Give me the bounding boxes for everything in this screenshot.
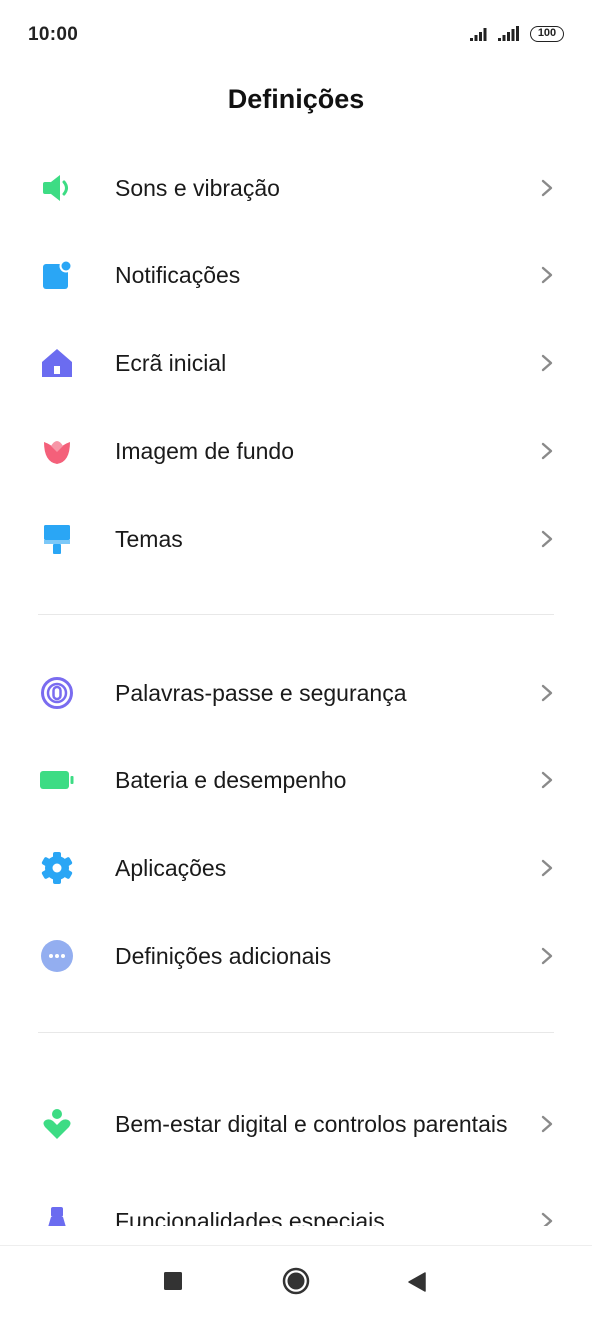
special-features-icon xyxy=(48,1207,66,1226)
paint-brush-icon xyxy=(44,525,70,554)
settings-item-label: Sons e vibração xyxy=(115,175,280,201)
settings-item-label: Aplicações xyxy=(115,855,227,881)
chevron-right-icon xyxy=(541,266,553,284)
chevron-right-icon xyxy=(541,179,553,197)
chevron-right-icon xyxy=(541,947,553,965)
home-icon xyxy=(42,349,72,377)
more-icon xyxy=(41,940,73,972)
settings-item-label: Temas xyxy=(115,526,183,552)
settings-item-digital-wellbeing[interactable]: Bem-estar digital e controlos parentais xyxy=(0,1080,592,1168)
settings-item-label: Bateria e desempenho xyxy=(115,767,347,793)
wellbeing-icon xyxy=(43,1109,71,1139)
settings-item-label: Ecrã inicial xyxy=(115,350,227,376)
navigation-bar xyxy=(0,1245,592,1317)
chevron-right-icon xyxy=(541,530,553,548)
chevron-right-icon xyxy=(541,859,553,877)
settings-item-label: Funcionalidades especiais xyxy=(115,1208,385,1226)
chevron-right-icon xyxy=(541,1212,553,1226)
home-button-icon[interactable] xyxy=(282,1267,310,1295)
section-divider xyxy=(38,1032,554,1033)
battery-icon xyxy=(40,771,74,789)
back-icon[interactable] xyxy=(406,1271,428,1293)
recents-icon[interactable] xyxy=(163,1271,183,1291)
settings-item-notifications[interactable]: Notificações xyxy=(0,231,592,319)
settings-item-wallpaper[interactable]: Imagem de fundo xyxy=(0,407,592,495)
chevron-right-icon xyxy=(541,354,553,372)
settings-list: Sons e vibração Notificações Ecrã inicia… xyxy=(0,0,592,1226)
notification-icon xyxy=(43,259,73,289)
settings-item-additional-settings[interactable]: Definições adicionais xyxy=(0,912,592,1000)
settings-item-home-screen[interactable]: Ecrã inicial xyxy=(0,319,592,407)
settings-item-battery-performance[interactable]: Bateria e desempenho xyxy=(0,736,592,824)
chevron-right-icon xyxy=(541,684,553,702)
tulip-icon xyxy=(44,441,70,464)
settings-item-label: Bem-estar digital e controlos parentais xyxy=(115,1111,508,1137)
settings-item-special-features[interactable]: Funcionalidades especiais xyxy=(0,1177,592,1226)
settings-item-label: Notificações xyxy=(115,262,241,288)
gear-icon xyxy=(41,852,73,884)
settings-item-passwords-security[interactable]: Palavras-passe e segurança xyxy=(0,649,592,737)
settings-item-label: Palavras-passe e segurança xyxy=(115,680,407,706)
section-divider xyxy=(38,614,554,615)
chevron-right-icon xyxy=(541,1115,553,1133)
settings-item-apps[interactable]: Aplicações xyxy=(0,824,592,912)
settings-item-label: Definições adicionais xyxy=(115,943,332,969)
settings-item-sounds[interactable]: Sons e vibração xyxy=(0,144,592,232)
speaker-icon xyxy=(43,175,68,201)
fingerprint-icon xyxy=(41,677,73,709)
chevron-right-icon xyxy=(541,442,553,460)
chevron-right-icon xyxy=(541,771,553,789)
settings-item-themes[interactable]: Temas xyxy=(0,495,592,583)
settings-item-label: Imagem de fundo xyxy=(115,438,295,464)
